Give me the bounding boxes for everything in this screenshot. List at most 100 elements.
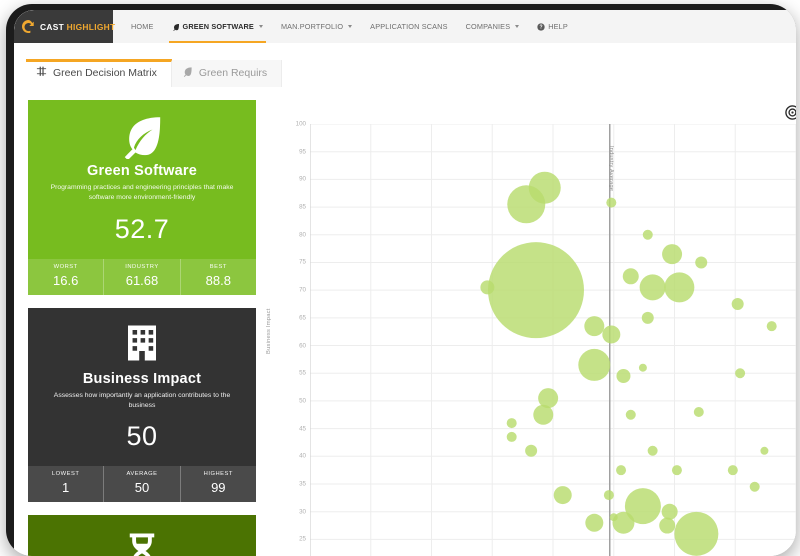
scatter-bubble[interactable] <box>584 316 604 336</box>
kpi-value: 50 <box>36 421 248 452</box>
device-bezel: CAST HIGHLIGHT HOME GREEN SOFTWARE MAN.P… <box>6 4 796 556</box>
tab-green-decision-matrix[interactable]: Green Decision Matrix <box>26 60 172 87</box>
nav-item-green-software[interactable]: GREEN SOFTWARE <box>163 10 272 43</box>
scatter-bubble[interactable] <box>554 486 572 504</box>
scatter-bubble[interactable] <box>735 368 745 378</box>
kpi-stats-row: WORST 16.6 INDUSTRY 61.68 BEST 88.8 <box>28 259 256 295</box>
scatter-bubble[interactable] <box>507 418 517 428</box>
nav-items: HOME GREEN SOFTWARE MAN.PORTFOLIO APPLIC… <box>113 10 796 43</box>
y-axis-tick-label: 90 <box>284 176 306 183</box>
scatter-bubble[interactable] <box>602 325 620 343</box>
kpi-stat-value: 88.8 <box>183 273 254 288</box>
main-content: Green Software Programming practices and… <box>14 93 796 556</box>
scatter-bubble[interactable] <box>643 230 653 240</box>
nav-item-label: HELP <box>548 22 568 31</box>
kpi-stat-value: 16.6 <box>30 273 101 288</box>
scatter-bubble[interactable] <box>767 321 777 331</box>
scatter-bubble[interactable] <box>760 447 768 455</box>
chevron-down-icon <box>259 25 263 28</box>
scatter-bubble[interactable] <box>604 490 614 500</box>
kpi-stat-highest: HIGHEST 99 <box>180 466 256 502</box>
scatter-bubble[interactable] <box>648 446 658 456</box>
plot-area[interactable] <box>310 124 796 556</box>
scatter-bubble[interactable] <box>616 369 630 383</box>
scatter-bubble[interactable] <box>606 198 616 208</box>
nav-item-label: COMPANIES <box>466 22 511 31</box>
kpi-stat-average: AVERAGE 50 <box>103 466 179 502</box>
leaf-icon <box>172 23 180 31</box>
kpi-card-green-software[interactable]: Green Software Programming practices and… <box>28 100 256 295</box>
scatter-bubble[interactable] <box>662 244 682 264</box>
scatter-bubble[interactable] <box>533 405 553 425</box>
scatter-bubble[interactable] <box>695 256 707 268</box>
scatter-bubble[interactable] <box>750 482 760 492</box>
scatter-bubble[interactable] <box>623 268 639 284</box>
tab-green-requirs[interactable]: Green Requirs <box>172 60 282 87</box>
kpi-body: Green Software Programming practices and… <box>28 100 256 259</box>
scatter-bubble[interactable] <box>488 242 584 338</box>
nav-item-label: MAN.PORTFOLIO <box>281 22 343 31</box>
kpi-stat-label: LOWEST <box>30 471 101 477</box>
y-axis-label: Business Impact <box>266 308 272 354</box>
scatter-bubble[interactable] <box>728 465 738 475</box>
scatter-bubble[interactable] <box>640 274 666 300</box>
nav-item-application-scans[interactable]: APPLICATION SCANS <box>361 10 456 43</box>
matrix-sliders-icon <box>36 66 47 80</box>
kpi-stat-value: 1 <box>30 480 101 495</box>
scatter-bubble[interactable] <box>662 504 678 520</box>
scatter-bubble[interactable] <box>642 312 654 324</box>
kpi-card-business-impact[interactable]: Business Impact Assesses how importantly… <box>28 308 256 503</box>
kpi-card-time[interactable] <box>28 515 256 556</box>
scatter-bubble[interactable] <box>639 364 647 372</box>
target-circle-icon[interactable] <box>785 105 796 120</box>
y-axis-tick-label: 70 <box>284 287 306 294</box>
nav-item-label: HOME <box>131 22 154 31</box>
scatter-bubble[interactable] <box>659 518 675 534</box>
chevron-down-icon <box>348 25 352 28</box>
nav-item-label: GREEN SOFTWARE <box>183 22 254 31</box>
scatter-bubble[interactable] <box>578 349 610 381</box>
scatter-bubble[interactable] <box>616 465 626 475</box>
scatter-bubble[interactable] <box>694 407 704 417</box>
industry-average-annotation-label: Industry Average <box>608 146 614 191</box>
kpi-body <box>28 515 256 556</box>
tab-label: Green Requirs <box>199 67 267 79</box>
brand-name-primary: CAST <box>40 22 64 32</box>
y-axis-tick-label: 80 <box>284 231 306 238</box>
scatter-bubble[interactable] <box>664 272 694 302</box>
scatter-bubble[interactable] <box>672 465 682 475</box>
svg-text:?: ? <box>540 24 543 30</box>
top-navigation-bar: CAST HIGHLIGHT HOME GREEN SOFTWARE MAN.P… <box>14 10 796 43</box>
kpi-stat-label: HIGHEST <box>183 471 254 477</box>
leaf-icon <box>36 113 248 158</box>
kpi-body: Business Impact Assesses how importantly… <box>28 308 256 467</box>
scatter-bubble[interactable] <box>507 185 545 223</box>
tab-strip: Green Decision Matrix Green Requirs <box>14 43 796 93</box>
scatter-bubble[interactable] <box>626 410 636 420</box>
y-axis-tick-label: 30 <box>284 508 306 515</box>
scatter-bubble[interactable] <box>732 298 744 310</box>
kpi-stat-label: AVERAGE <box>106 471 177 477</box>
kpi-stat-worst: WORST 16.6 <box>28 259 103 295</box>
scatter-bubble[interactable] <box>525 445 537 457</box>
scatter-bubble[interactable] <box>507 432 517 442</box>
kpi-column: Green Software Programming practices and… <box>28 100 256 556</box>
nav-item-home[interactable]: HOME <box>122 10 163 43</box>
scatter-bubble[interactable] <box>585 514 603 532</box>
y-axis-tick-label: 60 <box>284 342 306 349</box>
chart-panel: Business Impact 100959085807570656055504… <box>264 93 796 556</box>
kpi-description: Assesses how importantly an application … <box>36 391 248 411</box>
kpi-description: Programming practices and engineering pr… <box>36 183 248 203</box>
brand-logo[interactable]: CAST HIGHLIGHT <box>14 10 113 43</box>
nav-item-companies[interactable]: COMPANIES <box>457 10 529 43</box>
kpi-stat-industry: INDUSTRY 61.68 <box>103 259 179 295</box>
scatter-bubble[interactable] <box>674 512 718 556</box>
brand-name-secondary: HIGHLIGHT <box>67 22 116 32</box>
y-axis-ticks: 100959085807570656055504540353025 <box>276 124 306 556</box>
y-axis-tick-label: 40 <box>284 453 306 460</box>
scatter-bubble[interactable] <box>612 512 634 534</box>
tab-label: Green Decision Matrix <box>53 67 157 79</box>
nav-item-help[interactable]: ? HELP <box>528 10 577 43</box>
nav-item-man-portfolio[interactable]: MAN.PORTFOLIO <box>272 10 361 43</box>
brand-wordmark: CAST HIGHLIGHT <box>40 22 115 32</box>
